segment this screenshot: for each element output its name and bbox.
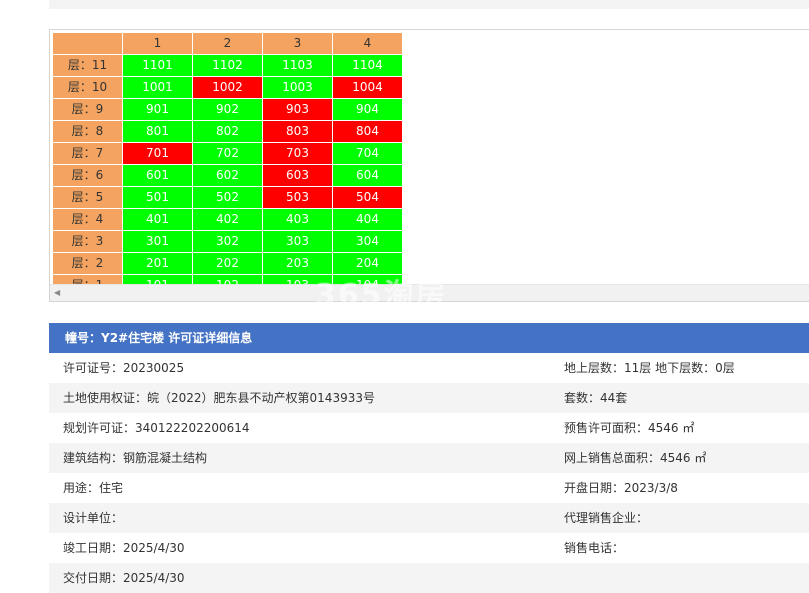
info-left: 建筑结构：钢筋混凝土结构	[63, 451, 208, 465]
horizontal-scrollbar[interactable]: ◀	[50, 284, 809, 301]
unit-cell[interactable]: 301	[122, 230, 193, 253]
unit-cell[interactable]: 504	[332, 186, 403, 209]
info-row: 交付日期：2025/4/30	[49, 563, 809, 593]
floor-label: 层：2	[52, 252, 123, 275]
column-header: 4	[332, 32, 403, 55]
unit-cell[interactable]: 803	[262, 120, 333, 143]
unit-cell[interactable]: 1103	[262, 54, 333, 77]
unit-cell[interactable]: 1001	[122, 76, 193, 99]
info-right: 代理销售企业：	[564, 511, 649, 525]
top-strip	[49, 0, 809, 9]
floor-label: 层：4	[52, 208, 123, 231]
unit-grid: 1 2 3 4 层：11 1101 1102 1103 1104 层：10 1001 1002…	[52, 32, 403, 297]
unit-cell[interactable]: 401	[122, 208, 193, 231]
unit-cell[interactable]: 402	[192, 208, 263, 231]
unit-grid-panel: 1 2 3 4 层：11 1101 1102 1103 1104 层：10 1001 1002…	[49, 29, 809, 302]
info-left: 用途：住宅	[63, 481, 124, 495]
unit-cell[interactable]: 204	[332, 252, 403, 275]
unit-cell[interactable]: 903	[262, 98, 333, 121]
info-row: 用途：住宅 开盘日期：2023/3/8	[49, 473, 809, 503]
unit-cell[interactable]: 502	[192, 186, 263, 209]
floor-label: 层：11	[52, 54, 123, 77]
unit-cell[interactable]: 1004	[332, 76, 403, 99]
unit-cell[interactable]: 303	[262, 230, 333, 253]
unit-cell[interactable]: 601	[122, 164, 193, 187]
floor-row: 层：10 1001 1002 1003 1004	[52, 76, 403, 99]
info-right: 预售许可面积：4546 ㎡	[564, 421, 695, 435]
floor-row: 层：4 401 402 403 404	[52, 208, 403, 231]
column-header: 1	[122, 32, 193, 55]
info-row: 土地使用权证：皖（2022）肥东县不动产权第0143933号 套数：44套	[49, 383, 809, 413]
unit-cell[interactable]: 202	[192, 252, 263, 275]
floor-label: 层：6	[52, 164, 123, 187]
floor-row: 层：7 701 702 703 704	[52, 142, 403, 165]
unit-cell[interactable]: 1102	[192, 54, 263, 77]
unit-cell[interactable]: 603	[262, 164, 333, 187]
floor-row: 层：8 801 802 803 804	[52, 120, 403, 143]
unit-cell[interactable]: 901	[122, 98, 193, 121]
info-row: 规划许可证：340122202200614 预售许可面积：4546 ㎡	[49, 413, 809, 443]
info-left: 交付日期：2025/4/30	[63, 571, 185, 585]
unit-cell[interactable]: 404	[332, 208, 403, 231]
floor-label: 层：8	[52, 120, 123, 143]
unit-cell[interactable]: 304	[332, 230, 403, 253]
unit-cell[interactable]: 1003	[262, 76, 333, 99]
unit-cell[interactable]: 701	[122, 142, 193, 165]
column-header: 2	[192, 32, 263, 55]
unit-cell[interactable]: 902	[192, 98, 263, 121]
floor-label: 层：7	[52, 142, 123, 165]
floor-label: 层：5	[52, 186, 123, 209]
info-left: 竣工日期：2025/4/30	[63, 541, 185, 555]
unit-cell[interactable]: 801	[122, 120, 193, 143]
corner-cell	[52, 32, 123, 55]
floor-row: 层：2 201 202 203 204	[52, 252, 403, 275]
unit-cell[interactable]: 804	[332, 120, 403, 143]
info-left: 许可证号：20230025	[63, 361, 185, 375]
floor-row: 层：9 901 902 903 904	[52, 98, 403, 121]
unit-cell[interactable]: 1104	[332, 54, 403, 77]
column-header-row: 1 2 3 4	[52, 32, 403, 55]
unit-cell[interactable]: 702	[192, 142, 263, 165]
info-row: 许可证号：20230025 地上层数：11层 地下层数：0层	[49, 353, 809, 383]
info-row: 竣工日期：2025/4/30 销售电话：	[49, 533, 809, 563]
floor-label: 层：10	[52, 76, 123, 99]
unit-cell[interactable]: 302	[192, 230, 263, 253]
floor-row: 层：5 501 502 503 504	[52, 186, 403, 209]
unit-cell[interactable]: 203	[262, 252, 333, 275]
info-left: 设计单位：	[63, 511, 124, 525]
unit-cell[interactable]: 503	[262, 186, 333, 209]
info-right: 套数：44套	[564, 391, 628, 405]
info-right: 地上层数：11层 地下层数：0层	[564, 361, 735, 375]
floor-label: 层：9	[52, 98, 123, 121]
unit-cell[interactable]: 703	[262, 142, 333, 165]
info-left: 土地使用权证：皖（2022）肥东县不动产权第0143933号	[63, 391, 375, 405]
floor-row: 层：3 301 302 303 304	[52, 230, 403, 253]
info-right: 销售电话：	[564, 541, 625, 555]
floor-label: 层：3	[52, 230, 123, 253]
unit-cell[interactable]: 1002	[192, 76, 263, 99]
floor-row: 层：6 601 602 603 604	[52, 164, 403, 187]
unit-cell[interactable]: 604	[332, 164, 403, 187]
info-right: 网上销售总面积：4546 ㎡	[564, 451, 707, 465]
unit-cell[interactable]: 904	[332, 98, 403, 121]
permit-info-header: 幢号：Y2#住宅楼 许可证详细信息	[49, 323, 809, 353]
unit-cell[interactable]: 802	[192, 120, 263, 143]
unit-cell[interactable]: 704	[332, 142, 403, 165]
column-header: 3	[262, 32, 333, 55]
unit-cell[interactable]: 1101	[122, 54, 193, 77]
floor-row: 层：11 1101 1102 1103 1104	[52, 54, 403, 77]
unit-cell[interactable]: 501	[122, 186, 193, 209]
unit-cell[interactable]: 403	[262, 208, 333, 231]
unit-cell[interactable]: 201	[122, 252, 193, 275]
info-row: 建筑结构：钢筋混凝土结构 网上销售总面积：4546 ㎡	[49, 443, 809, 473]
triangle-left-icon[interactable]: ◀	[54, 288, 60, 297]
unit-cell[interactable]: 602	[192, 164, 263, 187]
info-right: 开盘日期：2023/3/8	[564, 481, 678, 495]
info-row: 设计单位： 代理销售企业：	[49, 503, 809, 533]
info-left: 规划许可证：340122202200614	[63, 421, 250, 435]
